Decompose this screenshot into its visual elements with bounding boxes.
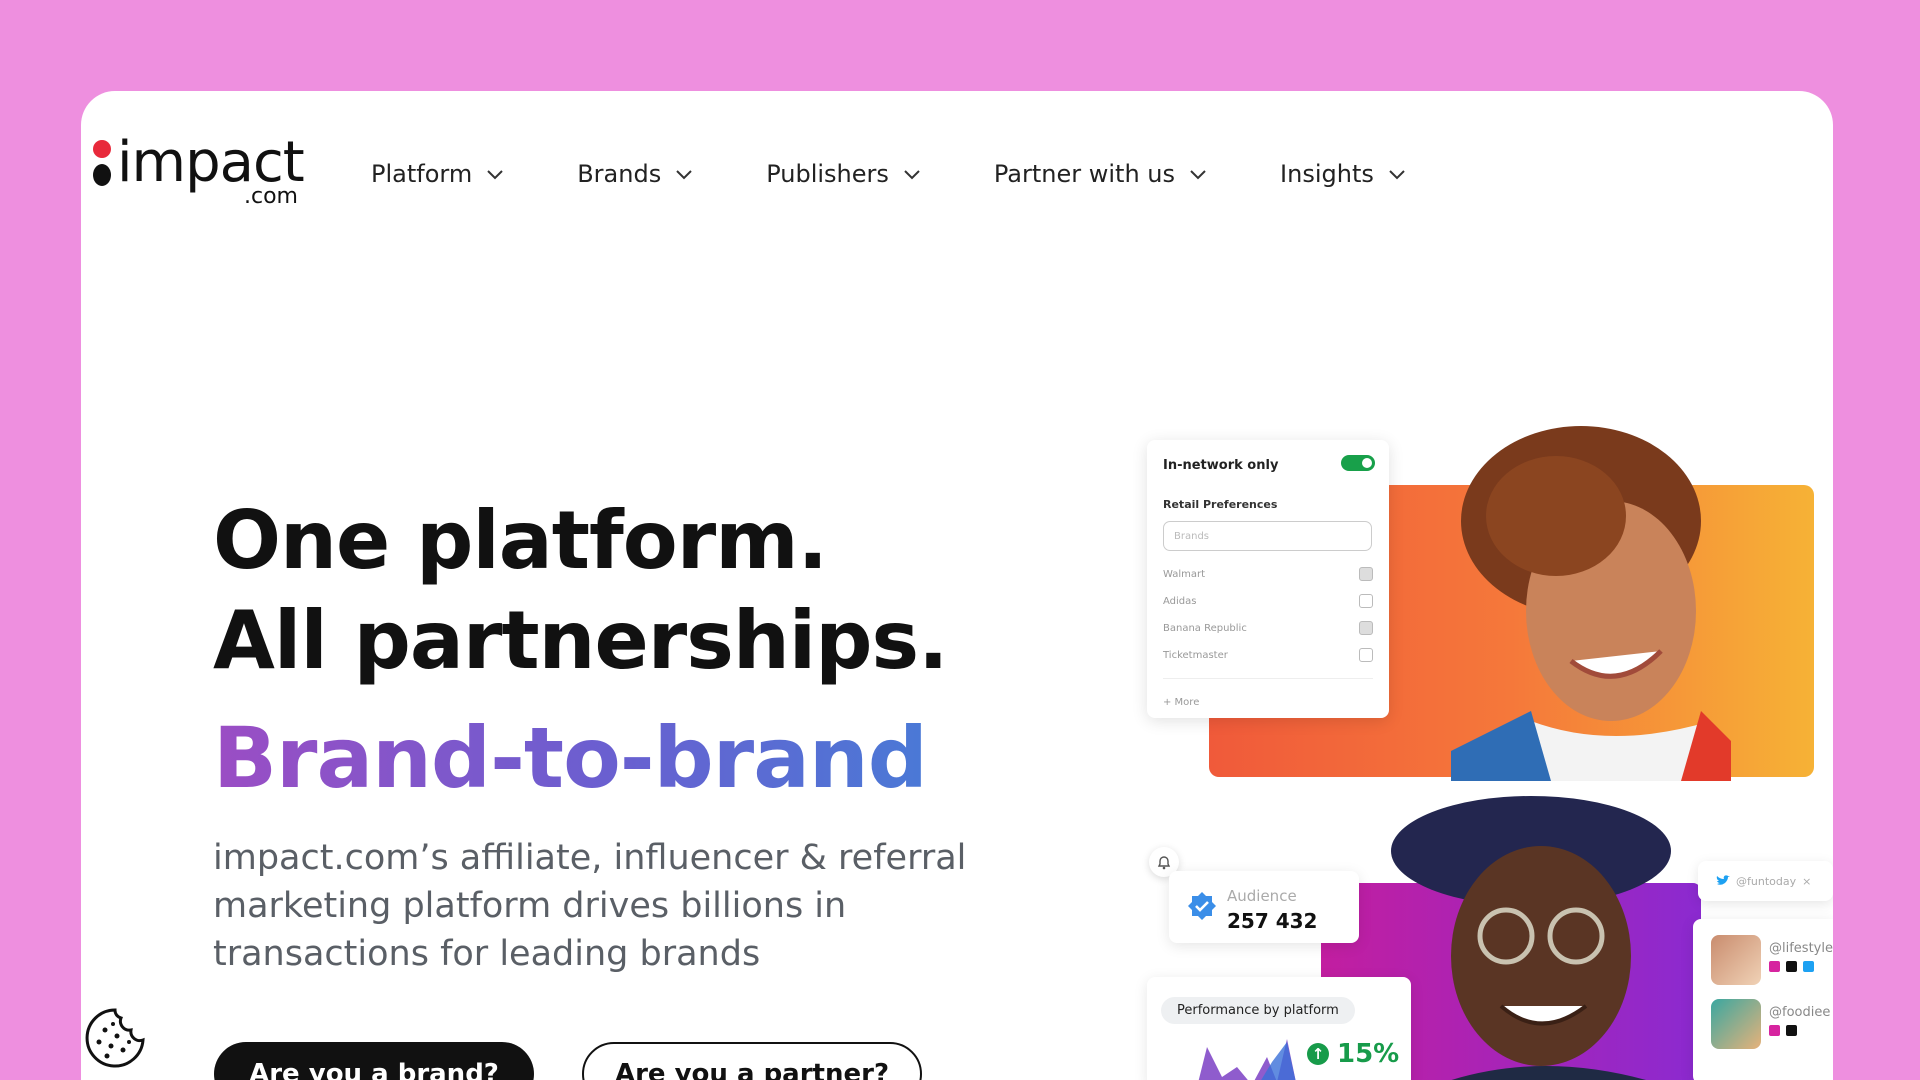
instagram-icon — [1769, 1025, 1780, 1036]
nav-item-platform[interactable]: Platform — [371, 160, 504, 188]
profile-handle: @foodiee — [1769, 1005, 1831, 1020]
profile-handle: @lifestyle — [1769, 941, 1833, 956]
brands-search-input[interactable]: Brands — [1163, 521, 1372, 551]
performance-change: ↑ 15% — [1307, 1039, 1399, 1069]
social-handle-chip: @funtoday × — [1698, 861, 1833, 901]
checkbox[interactable] — [1359, 648, 1373, 662]
brand-name: Walmart — [1163, 569, 1206, 580]
impact-logo[interactable]: impact .com — [87, 130, 305, 216]
logo-suffix: .com — [244, 184, 298, 209]
profile-platform-icons — [1769, 961, 1814, 972]
chevron-down-icon — [676, 169, 692, 179]
headline-line-1: One platform. — [213, 494, 828, 587]
headline-line-2: All partnerships. — [213, 594, 948, 687]
brand-row-walmart[interactable]: Walmart — [1163, 567, 1373, 581]
tiktok-icon — [1786, 1025, 1797, 1036]
performance-sparkline — [1198, 1039, 1296, 1080]
audience-value: 257 432 — [1227, 909, 1318, 933]
brand-cta-button[interactable]: Are you a brand? — [214, 1042, 534, 1080]
brand-row-adidas[interactable]: Adidas — [1163, 594, 1373, 608]
rotating-subhead: Brand-to-brand — [213, 709, 928, 807]
nav-item-label: Partner with us — [993, 160, 1176, 188]
hero-headline: One platform. All partnerships. — [213, 491, 948, 691]
partner-cta-button[interactable]: Are you a partner? — [582, 1042, 922, 1080]
retail-filter-card: In-network only Retail Preferences Brand… — [1147, 440, 1389, 718]
brand-name: Banana Republic — [1163, 623, 1247, 634]
in-network-toggle[interactable] — [1341, 455, 1375, 471]
nav-item-brands[interactable]: Brands — [577, 160, 693, 188]
profile-platform-icons — [1769, 1025, 1797, 1036]
nav-item-insights[interactable]: Insights — [1280, 160, 1406, 188]
in-network-label: In-network only — [1163, 458, 1279, 473]
nav-item-label: Insights — [1280, 160, 1374, 188]
chevron-down-icon — [1190, 169, 1206, 179]
checkbox[interactable] — [1359, 594, 1373, 608]
profile-item[interactable]: @foodiee — [1711, 999, 1833, 1051]
nav-item-label: Brands — [577, 160, 662, 188]
brand-row-ticketmaster[interactable]: Ticketmaster — [1163, 648, 1373, 662]
retail-preferences-title: Retail Preferences — [1163, 498, 1278, 511]
main-nav: Platform Brands Publishers Partner with … — [371, 160, 1406, 188]
verified-badge-icon — [1188, 892, 1216, 920]
chevron-down-icon — [1389, 169, 1405, 179]
checkbox[interactable] — [1359, 567, 1373, 581]
chevron-down-icon — [904, 169, 920, 179]
cookie-icon[interactable] — [83, 1006, 147, 1070]
arrow-up-icon: ↑ — [1307, 1043, 1329, 1065]
nav-item-label: Platform — [371, 160, 473, 188]
avatar — [1711, 935, 1761, 985]
brand-name: Adidas — [1163, 596, 1197, 607]
man-portrait-image — [1391, 796, 1671, 1080]
audience-label: Audience — [1227, 887, 1297, 905]
nav-item-partner-with-us[interactable]: Partner with us — [994, 160, 1207, 188]
more-brands-link[interactable]: + More — [1163, 697, 1199, 708]
twitter-icon — [1716, 875, 1730, 885]
performance-change-value: 15% — [1337, 1039, 1400, 1069]
woman-portrait-image — [1451, 426, 1731, 781]
divider — [1163, 678, 1373, 679]
chevron-down-icon — [487, 169, 503, 179]
instagram-icon — [1769, 961, 1780, 972]
brand-row-banana-republic[interactable]: Banana Republic — [1163, 621, 1373, 635]
performance-card: Performance by platform ↑ 15% — [1147, 977, 1411, 1080]
brand-name: Ticketmaster — [1163, 650, 1228, 661]
nav-item-label: Publishers — [766, 160, 889, 188]
tiktok-icon — [1786, 961, 1797, 972]
avatar — [1711, 999, 1761, 1049]
checkbox[interactable] — [1359, 621, 1373, 635]
social-handle: @funtoday — [1736, 874, 1797, 888]
close-icon[interactable]: × — [1802, 875, 1811, 888]
influencer-profiles-card: @lifestyle @foodiee — [1693, 919, 1833, 1080]
nav-item-publishers[interactable]: Publishers — [766, 160, 921, 188]
browser-window: impact .com Platform Brands Publishers P… — [81, 91, 1833, 1080]
logo-black-dot — [93, 164, 111, 186]
profile-item[interactable]: @lifestyle — [1711, 935, 1833, 987]
audience-card: Audience 257 432 — [1169, 871, 1359, 943]
hero-description: impact.com’s affiliate, influencer & ref… — [213, 838, 967, 974]
logo-red-dot — [93, 140, 111, 158]
twitter-icon — [1803, 961, 1814, 972]
performance-label: Performance by platform — [1161, 997, 1355, 1024]
